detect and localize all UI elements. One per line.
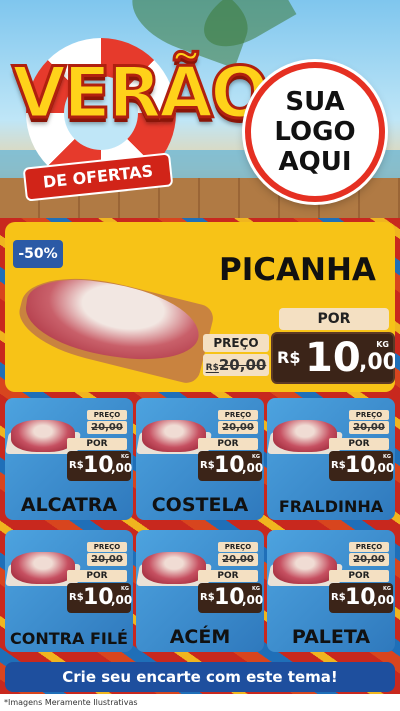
meat-image xyxy=(11,420,75,452)
price-currency: R$ xyxy=(200,592,215,603)
preco-label: PREÇO xyxy=(203,334,269,352)
price-unit: KG xyxy=(383,586,391,592)
price-integer: 10 xyxy=(214,453,245,478)
price-unit: KG xyxy=(252,586,260,592)
meat-image xyxy=(273,420,337,452)
create-flyer-button[interactable]: Crie seu encarte com este tema! xyxy=(5,662,395,692)
price-integer: 10 xyxy=(305,335,361,381)
product-name: PALETA xyxy=(291,626,371,648)
por-label: POR xyxy=(67,438,127,450)
old-price: 20,00 xyxy=(349,421,389,434)
price-box: R$ 10 ,00 KG xyxy=(198,583,264,613)
price-decimal: ,00 xyxy=(111,593,133,607)
price-currency: R$ xyxy=(200,460,215,471)
old-price-value: 20,00 xyxy=(218,356,267,374)
price-decimal: ,00 xyxy=(242,593,264,607)
preco-label: PREÇO xyxy=(349,410,389,420)
por-label: POR xyxy=(67,570,127,582)
product-card-acem[interactable]: PREÇO 20,00 POR R$ 10 ,00 KG ACÉM xyxy=(136,530,264,652)
price-decimal: ,00 xyxy=(242,461,264,475)
meat-image xyxy=(273,552,337,584)
old-price-currency: R$ xyxy=(205,363,219,373)
price-unit: KG xyxy=(376,340,389,349)
por-label: POR xyxy=(329,570,389,582)
price-currency: R$ xyxy=(69,460,84,471)
price-box: R$ 10 ,00 KG xyxy=(198,451,264,481)
featured-product-name: PICANHA xyxy=(219,252,376,288)
price-box: R$ 10 ,00 KG xyxy=(329,583,395,613)
price-box: R$ 10 ,00 KG xyxy=(271,332,395,384)
price-decimal: ,00 xyxy=(359,350,395,375)
old-price: 20,00 xyxy=(349,553,389,566)
logo-placeholder[interactable]: SUA LOGO AQUI xyxy=(245,62,385,202)
old-price: 20,00 xyxy=(218,421,258,434)
picanha-image xyxy=(20,272,205,368)
logo-line: LOGO xyxy=(274,117,356,147)
old-price: 20,00 xyxy=(218,553,258,566)
logo-line: AQUI xyxy=(278,147,352,177)
logo-line: SUA xyxy=(285,87,345,117)
price-integer: 10 xyxy=(345,453,376,478)
price-integer: 10 xyxy=(345,585,376,610)
meat-image xyxy=(142,552,206,584)
product-card-alcatra[interactable]: PREÇO 20,00 POR R$ 10 ,00 KG ALCATRA xyxy=(5,398,133,520)
meat-image xyxy=(142,420,206,452)
product-name: COSTELA xyxy=(151,494,249,516)
product-card-paleta[interactable]: PREÇO 20,00 POR R$ 10 ,00 KG PALETA xyxy=(267,530,395,652)
hero-banner: VERÃO DE OFERTAS SUA LOGO AQUI xyxy=(0,0,400,218)
product-name: ALCATRA xyxy=(20,494,118,516)
product-card-costela[interactable]: PREÇO 20,00 POR R$ 10 ,00 KG COSTELA xyxy=(136,398,264,520)
price-currency: R$ xyxy=(277,348,301,367)
featured-product-card[interactable]: -50% PICANHA PREÇO R$20,00 POR R$ 10 ,00… xyxy=(5,222,395,392)
preco-label: PREÇO xyxy=(87,410,127,420)
price-box: R$ 10 ,00 KG xyxy=(67,451,133,481)
price-currency: R$ xyxy=(69,592,84,603)
price-integer: 10 xyxy=(214,585,245,610)
preco-label: PREÇO xyxy=(349,542,389,552)
product-name: ACÉM xyxy=(169,626,231,648)
preco-label: PREÇO xyxy=(218,542,258,552)
old-price: R$20,00 xyxy=(203,354,269,376)
price-currency: R$ xyxy=(331,460,346,471)
price-box: R$ 10 ,00 KG xyxy=(67,583,133,613)
por-label: POR xyxy=(198,438,258,450)
price-integer: 10 xyxy=(83,585,114,610)
price-box: R$ 10 ,00 KG xyxy=(329,451,395,481)
discount-badge: -50% xyxy=(13,240,63,268)
price-unit: KG xyxy=(383,454,391,460)
preco-label: PREÇO xyxy=(218,410,258,420)
price-currency: R$ xyxy=(331,592,346,603)
price-decimal: ,00 xyxy=(373,593,395,607)
price-decimal: ,00 xyxy=(373,461,395,475)
product-name: CONTRA FILÉ xyxy=(10,629,128,648)
product-name: FRALDINHA xyxy=(278,497,384,516)
por-label: POR xyxy=(198,570,258,582)
meat-image xyxy=(11,552,75,584)
price-unit: KG xyxy=(121,454,129,460)
product-card-fraldinha[interactable]: PREÇO 20,00 POR R$ 10 ,00 KG FRALDINHA xyxy=(267,398,395,520)
price-decimal: ,00 xyxy=(111,461,133,475)
price-unit: KG xyxy=(252,454,260,460)
por-label: POR xyxy=(279,308,389,330)
old-price: 20,00 xyxy=(87,421,127,434)
disclaimer-text: *Imagens Meramente Ilustrativas xyxy=(0,694,400,711)
price-integer: 10 xyxy=(83,453,114,478)
price-unit: KG xyxy=(121,586,129,592)
por-label: POR xyxy=(329,438,389,450)
old-price: 20,00 xyxy=(87,553,127,566)
preco-label: PREÇO xyxy=(87,542,127,552)
promo-title: VERÃO xyxy=(11,52,272,134)
product-card-contra-file[interactable]: PREÇO 20,00 POR R$ 10 ,00 KG CONTRA FILÉ xyxy=(5,530,133,652)
